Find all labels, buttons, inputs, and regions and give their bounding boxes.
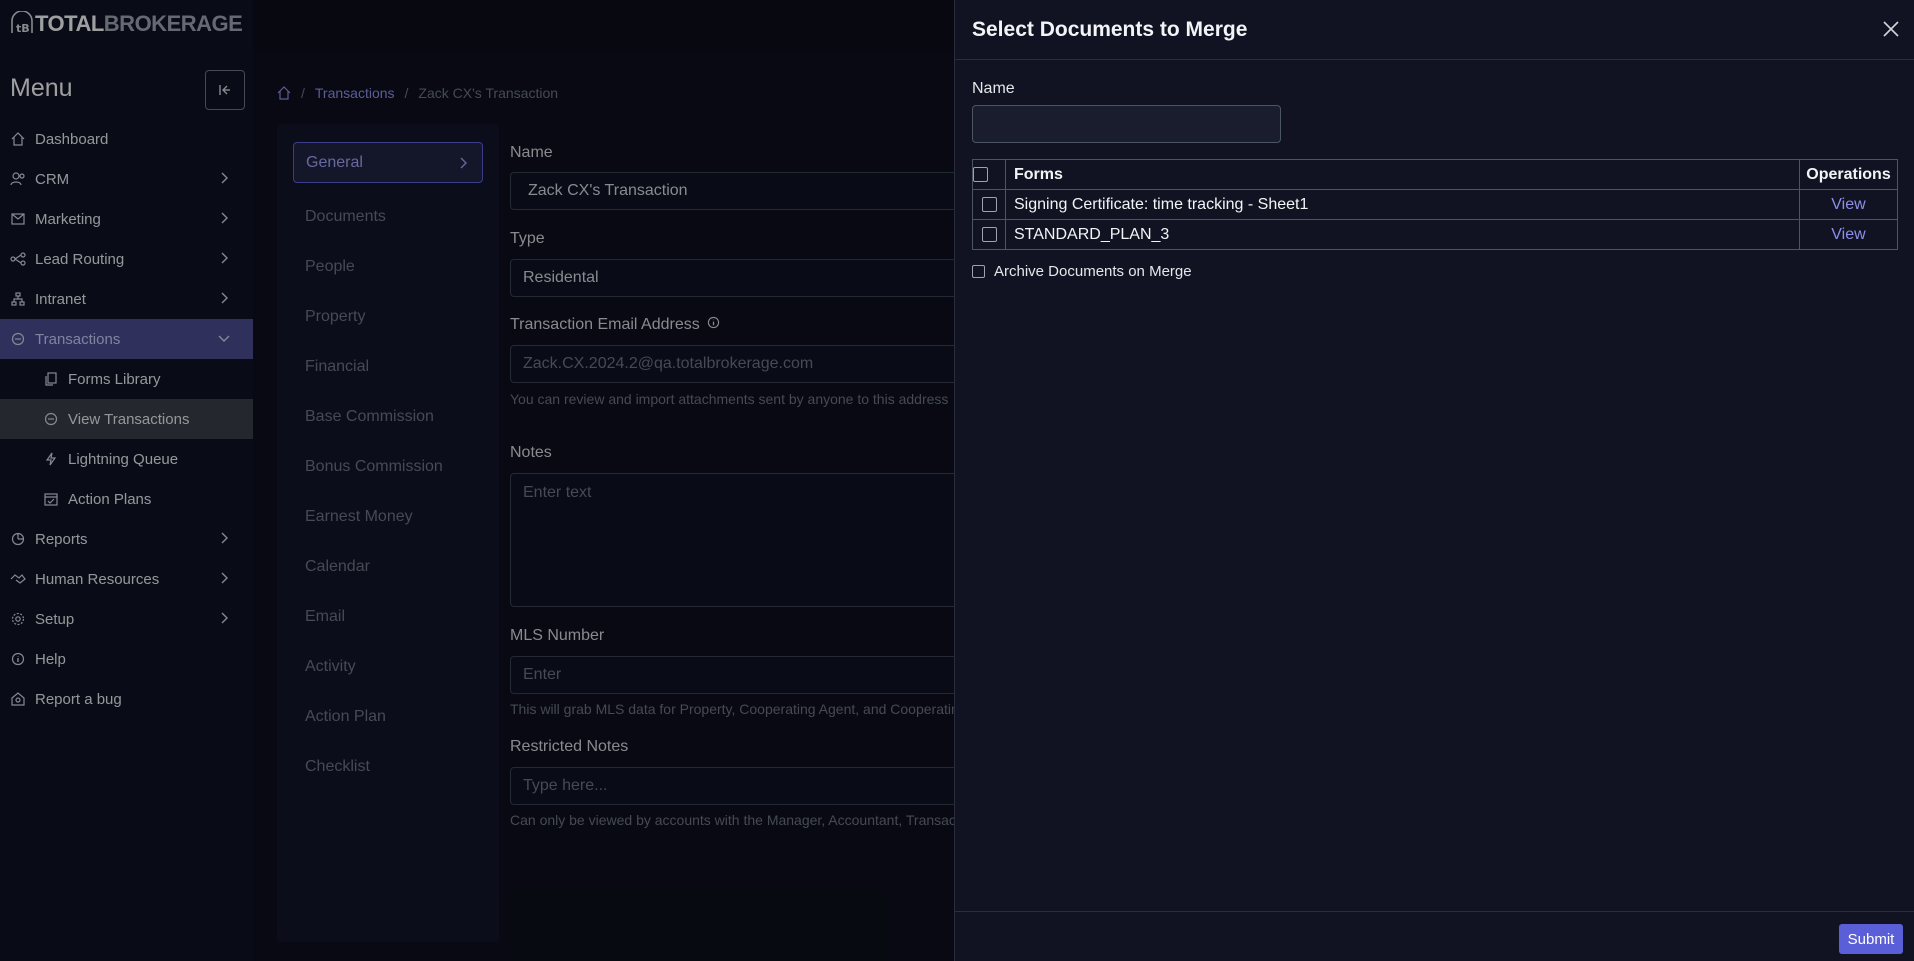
close-icon[interactable]	[1882, 20, 1900, 38]
merge-documents-drawer: Select Documents to Merge Name Forms Ope…	[954, 0, 1914, 961]
select-all-cell	[972, 159, 1006, 190]
merge-name-input[interactable]	[972, 105, 1281, 143]
merge-name-label: Name	[972, 80, 1015, 97]
modal-overlay[interactable]	[0, 0, 954, 961]
row-checkbox[interactable]	[981, 196, 997, 212]
row-checkbox-cell	[972, 189, 1006, 220]
view-link[interactable]: View	[1831, 196, 1865, 213]
drawer-header: Select Documents to Merge	[955, 0, 1914, 60]
archive-checkbox[interactable]	[972, 265, 985, 278]
drawer-footer: Submit	[955, 911, 1914, 961]
table-row: STANDARD_PLAN_3 View	[972, 219, 1898, 250]
view-cell: View	[1799, 219, 1898, 250]
row-checkbox[interactable]	[981, 226, 997, 242]
submit-button[interactable]: Submit	[1839, 924, 1903, 954]
row-checkbox-cell	[972, 219, 1006, 250]
forms-table: Forms Operations Signing Certificate: ti…	[972, 159, 1898, 250]
operations-column-header: Operations	[1799, 159, 1898, 190]
archive-label: Archive Documents on Merge	[994, 263, 1192, 280]
table-header-row: Forms Operations	[972, 159, 1898, 190]
form-name-cell: STANDARD_PLAN_3	[1005, 219, 1800, 250]
table-row: Signing Certificate: time tracking - She…	[972, 189, 1898, 220]
forms-column-header: Forms	[1005, 159, 1800, 190]
drawer-title: Select Documents to Merge	[972, 18, 1248, 41]
form-name-cell: Signing Certificate: time tracking - She…	[1005, 189, 1800, 220]
archive-option[interactable]: Archive Documents on Merge	[972, 263, 1192, 280]
view-link[interactable]: View	[1831, 226, 1865, 243]
view-cell: View	[1799, 189, 1898, 220]
select-all-checkbox[interactable]	[973, 166, 988, 182]
